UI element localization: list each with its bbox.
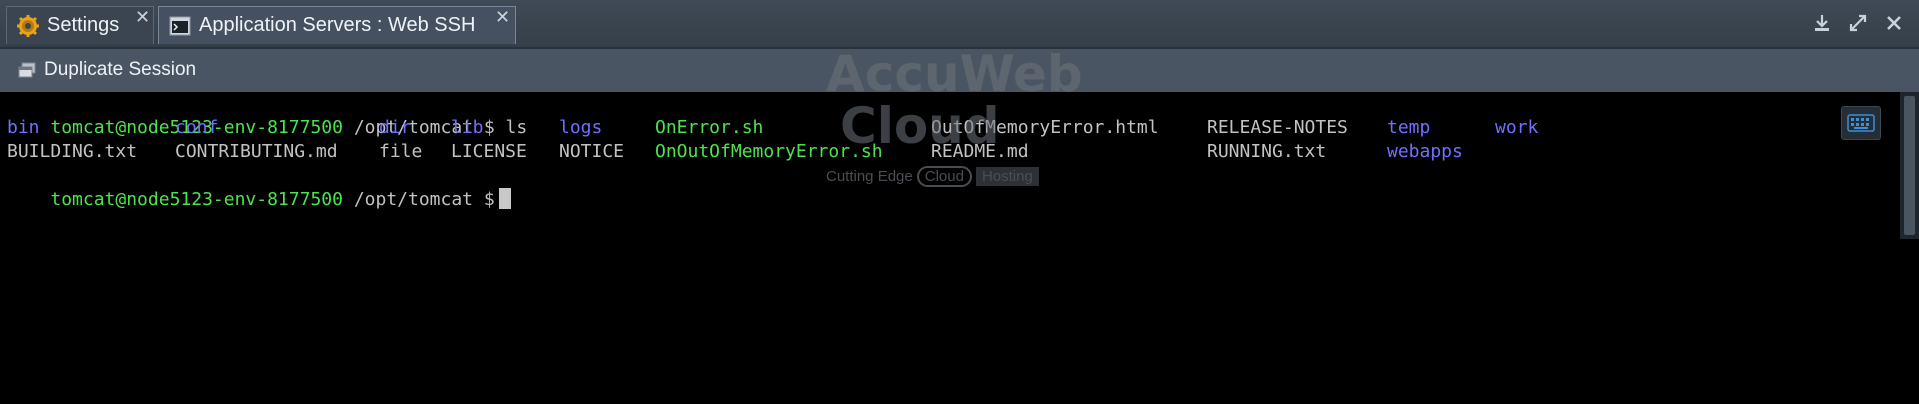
list-item: lib bbox=[451, 117, 484, 138]
tab-settings[interactable]: Settings ✕ bbox=[6, 6, 154, 44]
window-controls bbox=[1811, 12, 1905, 34]
list-item: OnOutOfMemoryError.sh bbox=[655, 141, 883, 162]
terminal-cursor bbox=[498, 188, 511, 209]
close-icon[interactable]: ✕ bbox=[495, 8, 510, 26]
list-item: CONTRIBUTING.md bbox=[175, 141, 338, 162]
terminal-icon bbox=[169, 16, 191, 36]
list-item: BUILDING.txt bbox=[7, 141, 138, 162]
list-item: RELEASE-NOTES bbox=[1207, 117, 1348, 138]
tab-bar: Settings ✕ Application Servers : Web SSH… bbox=[0, 0, 1919, 47]
list-item: OnError.sh bbox=[655, 117, 764, 138]
download-icon[interactable] bbox=[1811, 12, 1833, 34]
prompt-user: tomcat@node5123-env-8177500 bbox=[50, 189, 343, 210]
listing-row: BUILDING.txt CONTRIBUTING.md file LICENS… bbox=[7, 140, 1707, 164]
duplicate-session-button[interactable]: Duplicate Session bbox=[18, 57, 196, 83]
tab-settings-label: Settings bbox=[47, 14, 120, 36]
prompt-path: /opt/tomcat $ bbox=[353, 189, 495, 210]
listing-row: bin conf dir lib logs OnError.sh OutOfMe… bbox=[7, 116, 1707, 140]
list-item: conf bbox=[175, 117, 219, 138]
list-item: file bbox=[379, 141, 423, 162]
list-item: webapps bbox=[1387, 141, 1463, 162]
scrollbar-thumb[interactable] bbox=[1904, 96, 1915, 235]
close-icon[interactable]: ✕ bbox=[135, 8, 150, 26]
duplicate-window-icon bbox=[18, 62, 36, 78]
list-item: bin bbox=[7, 117, 40, 138]
keyboard-icon[interactable] bbox=[1841, 106, 1881, 140]
tab-web-ssh[interactable]: Application Servers : Web SSH ✕ bbox=[158, 6, 516, 44]
terminal-output[interactable]: tomcat@node5123-env-8177500 /opt/tomcat … bbox=[0, 92, 1900, 239]
list-item: work bbox=[1495, 117, 1539, 138]
gear-icon bbox=[17, 14, 39, 37]
tab-web-ssh-label: Application Servers : Web SSH bbox=[199, 14, 476, 36]
toolbar: Duplicate Session bbox=[0, 47, 1919, 92]
list-item: LICENSE bbox=[451, 141, 527, 162]
list-item: RUNNING.txt bbox=[1207, 141, 1327, 162]
prompt-line: tomcat@node5123-env-8177500 /opt/tomcat … bbox=[7, 164, 511, 210]
list-item: logs bbox=[559, 117, 603, 138]
list-item: README.md bbox=[931, 141, 1029, 162]
expand-icon[interactable] bbox=[1847, 12, 1869, 34]
list-item: dir bbox=[379, 117, 412, 138]
list-item: temp bbox=[1387, 117, 1431, 138]
close-icon[interactable] bbox=[1883, 12, 1905, 34]
list-item: OutOfMemoryError.html bbox=[931, 117, 1159, 138]
terminal-scrollbar[interactable] bbox=[1900, 92, 1919, 239]
list-item: NOTICE bbox=[559, 141, 625, 162]
prompt-line: tomcat@node5123-env-8177500 /opt/tomcat … bbox=[7, 92, 527, 138]
duplicate-session-label: Duplicate Session bbox=[44, 59, 197, 80]
